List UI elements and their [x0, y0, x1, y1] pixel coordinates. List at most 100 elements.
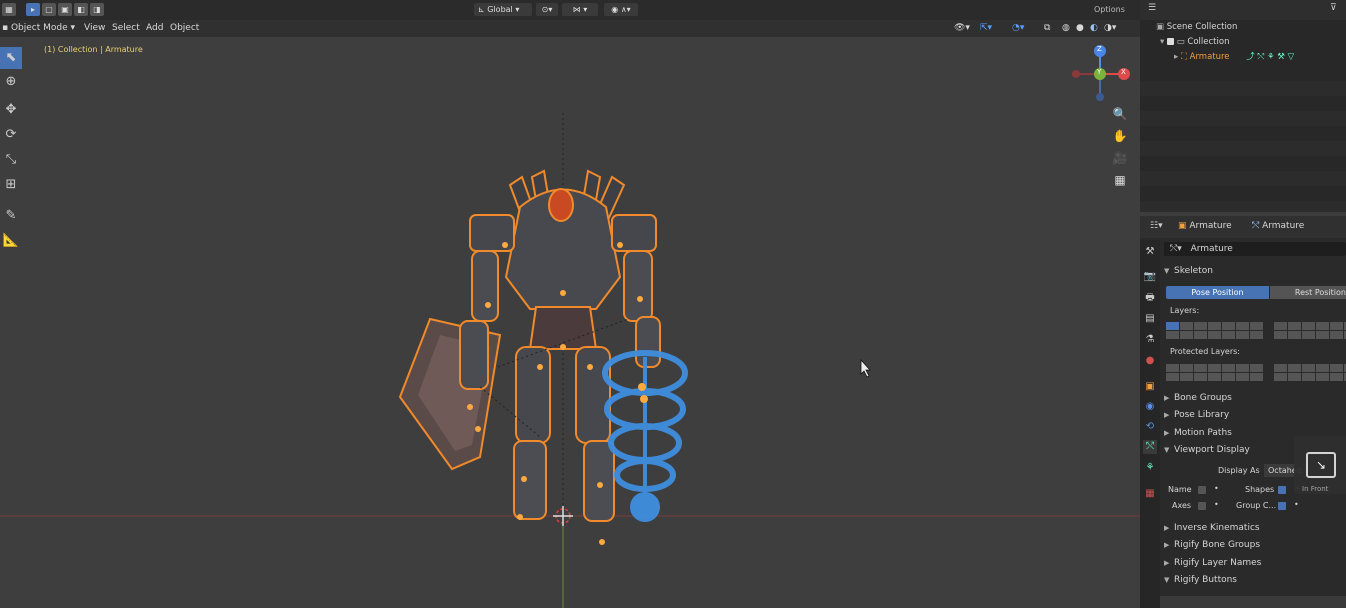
world-tab-icon[interactable]: ●	[1143, 354, 1157, 368]
annotate-tool-icon[interactable]: ✎	[0, 205, 22, 227]
panel-inverse-kinematics[interactable]: ▶ Inverse Kinematics	[1164, 520, 1346, 536]
transform-tool-icon[interactable]: ⊞	[0, 174, 22, 196]
armature-name-field[interactable]: ⤲▾ Armature	[1164, 242, 1346, 256]
visibility-icon[interactable]: 👁▾	[954, 23, 970, 33]
axes-label: Axes	[1172, 501, 1192, 510]
snap-icon[interactable]: ⋈ ▾	[562, 3, 598, 16]
constraints-tab-icon[interactable]: ⟲	[1143, 420, 1157, 434]
object-tab-icon[interactable]: ▣	[1143, 380, 1157, 394]
axes-checkbox[interactable]	[1198, 502, 1206, 510]
mode-dropdown[interactable]: ▪ Object Mode ▾	[2, 23, 75, 33]
pip-expand-icon: ↘	[1306, 452, 1336, 478]
gizmo-x-label: X	[1121, 68, 1126, 76]
rest-position-button[interactable]: Rest Position	[1270, 286, 1346, 299]
gizmo-toggle-icon[interactable]: ⇱▾	[980, 23, 992, 33]
name-checkbox[interactable]	[1198, 486, 1206, 494]
outliner-header: ☰ ⊽	[1140, 0, 1346, 20]
picture-in-picture-badge[interactable]: ↘ In Front	[1294, 436, 1346, 494]
filter-icon[interactable]: ⊽	[1330, 3, 1337, 13]
outliner-empty-rows	[1140, 66, 1346, 212]
shading-wireframe-icon[interactable]: ◍	[1062, 23, 1070, 33]
armature-data-icons: ⤴ ⤲ ⚘ ⚒ ▽	[1246, 52, 1295, 62]
shapes-checkbox[interactable]	[1278, 486, 1286, 494]
expand-icon: ▶	[1164, 524, 1170, 532]
outliner-row-armature[interactable]: ▸ ⛶ Armature ⤴ ⤲ ⚘ ⚒ ▽	[1140, 50, 1346, 65]
transform-orientation-dropdown[interactable]: ⊾ Global ▾	[474, 3, 532, 16]
properties-editor-icon[interactable]: ☷▾	[1150, 221, 1163, 231]
protected-layers-grid-left[interactable]	[1166, 364, 1263, 382]
zoom-icon[interactable]: 🔍	[1110, 104, 1130, 124]
group-keyframe-dot-icon[interactable]: •	[1294, 500, 1299, 509]
xray-toggle-icon[interactable]: ⧉	[1044, 23, 1050, 33]
name-keyframe-dot-icon[interactable]: •	[1214, 484, 1219, 493]
layers-grid-left[interactable]	[1166, 322, 1263, 340]
rotate-tool-icon[interactable]: ⟳	[0, 124, 22, 146]
armature-icon: ⛶	[1180, 52, 1190, 62]
options-menu[interactable]: Options	[1094, 5, 1125, 14]
select-tool-icon[interactable]: ⬉	[0, 47, 22, 69]
texture-tab-icon[interactable]: ▦	[1143, 487, 1157, 501]
collection-checkbox[interactable]	[1166, 38, 1174, 45]
cursor-tool-icon[interactable]: ⊕	[0, 71, 22, 93]
outliner-row-collection[interactable]: ▾ ▭ Collection	[1140, 35, 1346, 50]
axes-keyframe-dot-icon[interactable]: •	[1214, 500, 1219, 509]
group-colors-checkbox[interactable]	[1278, 502, 1286, 510]
editor-type-icon[interactable]: ▦	[2, 3, 16, 16]
panel-pose-library[interactable]: ▶ Pose Library	[1164, 407, 1346, 423]
shading-solid-icon[interactable]: ●	[1076, 23, 1084, 33]
outliner-row-scene-collection[interactable]: ▣ Scene Collection	[1140, 20, 1346, 35]
display-as-label: Display As	[1218, 466, 1260, 475]
armature-data-icon: ⤲	[1252, 221, 1263, 231]
menu-select[interactable]: Select	[112, 23, 140, 33]
view-layer-tab-icon[interactable]: ▤	[1143, 312, 1157, 326]
shading-rendered-icon[interactable]: ◑▾	[1104, 23, 1116, 33]
panel-rigify-buttons[interactable]: ▼ Rigify Buttons	[1164, 572, 1346, 588]
ortho-toggle-icon[interactable]: ▦	[1110, 170, 1130, 190]
menu-view[interactable]: View	[84, 23, 105, 33]
protected-layers-grid-right[interactable]	[1274, 364, 1346, 382]
menu-object[interactable]: Object	[170, 23, 199, 33]
header-toolbar: ▦ ▸ ▢ ▣ ◧ ◨ ⊾ Global ▾ ⊙▾ ⋈ ▾ ◉ ∧▾ Optio…	[0, 0, 1140, 20]
select-mode-invert-icon[interactable]: ◨	[90, 3, 104, 16]
viewport-header: ▪ Object Mode ▾ View Select Add Object 👁…	[0, 20, 1140, 37]
scene-tab-icon[interactable]: ⚗	[1143, 333, 1157, 347]
measure-tool-icon[interactable]: 📐	[0, 230, 22, 252]
shading-material-icon[interactable]: ◐	[1090, 23, 1098, 33]
outliner-editor-icon[interactable]: ☰	[1148, 3, 1156, 13]
render-tab-icon[interactable]: 📷	[1143, 270, 1157, 284]
scene-collection-icon: ▣	[1156, 22, 1167, 32]
expand-icon: ▶	[1164, 541, 1170, 549]
bone-custom-shape	[602, 350, 688, 522]
select-box-icon[interactable]: ▸	[26, 3, 40, 16]
expand-icon: ▶	[1164, 394, 1170, 402]
panel-bone-groups[interactable]: ▶ Bone Groups	[1164, 390, 1346, 406]
move-tool-icon[interactable]: ✥	[0, 99, 22, 121]
scale-tool-icon[interactable]: ⤡	[0, 149, 22, 171]
select-mode-new-icon[interactable]: ▢	[42, 3, 56, 16]
3d-viewport[interactable]: Z X Y (1) Collection | Armature ⬉ ⊕ ✥ ⟳ …	[0, 37, 1140, 608]
expand-icon: ▶	[1164, 411, 1170, 419]
select-mode-extend-icon[interactable]: ▣	[58, 3, 72, 16]
pan-hand-icon[interactable]: ✋	[1110, 126, 1130, 146]
camera-view-icon[interactable]: 🎥	[1110, 148, 1130, 168]
rigify-button-partial[interactable]	[1160, 596, 1346, 608]
expand-icon[interactable]: ▾	[1160, 37, 1164, 47]
overlay-toggle-icon[interactable]: ◔▾	[1012, 23, 1024, 33]
output-tab-icon[interactable]: 🖶	[1143, 291, 1157, 305]
panel-rigify-bone-groups[interactable]: ▶ Rigify Bone Groups	[1164, 537, 1346, 553]
menu-add[interactable]: Add	[146, 23, 163, 33]
armature-data-icon: ⤲▾	[1170, 244, 1185, 254]
bone-tab-icon[interactable]: ⚘	[1143, 461, 1157, 475]
proportional-edit-icon[interactable]: ◉ ∧▾	[604, 3, 638, 16]
expand-icon: ▶	[1164, 429, 1170, 437]
expand-icon[interactable]: ▸	[1174, 52, 1181, 62]
select-mode-subtract-icon[interactable]: ◧	[74, 3, 88, 16]
modifiers-tab-icon[interactable]: ◉	[1143, 400, 1157, 414]
skeleton-panel-header[interactable]: ▼ Skeleton	[1164, 263, 1346, 279]
tool-tab-icon[interactable]: ⚒	[1143, 245, 1157, 259]
pivot-point-icon[interactable]: ⊙▾	[536, 3, 558, 16]
armature-tab-icon[interactable]: ⤲	[1143, 440, 1157, 454]
panel-rigify-layer-names[interactable]: ▶ Rigify Layer Names	[1164, 555, 1346, 571]
pose-position-button[interactable]: Pose Position	[1166, 286, 1269, 299]
layers-grid-right[interactable]	[1274, 322, 1346, 340]
